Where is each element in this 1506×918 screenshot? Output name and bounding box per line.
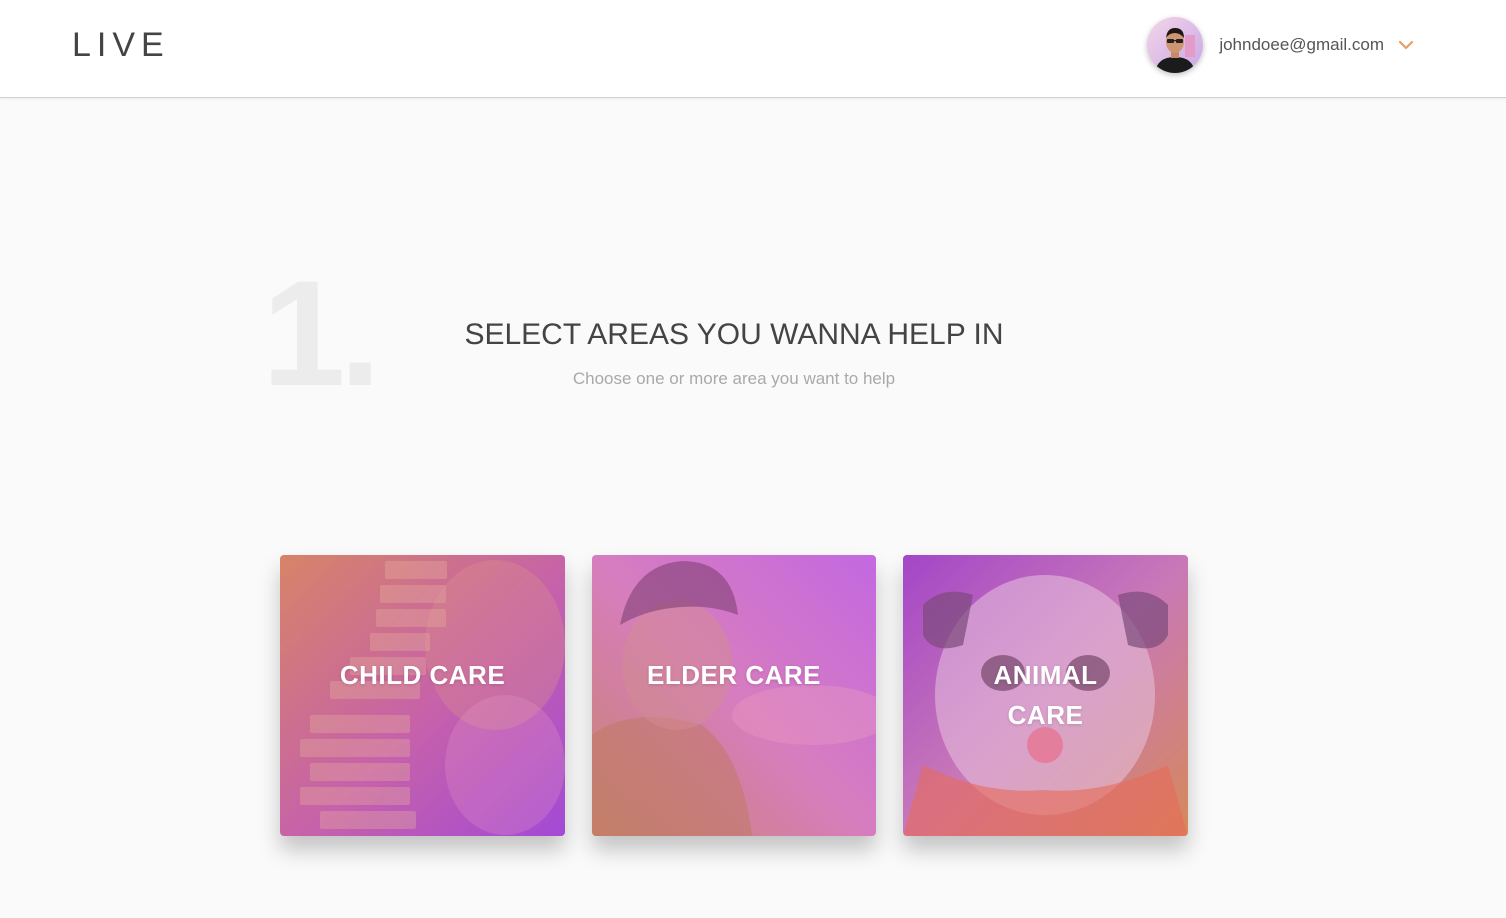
area-card-elder-care[interactable]: ELDER CARE [592,555,876,836]
page-subtitle: Choose one or more area you want to help [572,369,896,388]
child-care-image [280,555,565,836]
area-label-line1: ANIMAL [993,660,1098,690]
page-title: SELECT AREAS YOU WANNA HELP IN [464,318,1004,351]
top-header: LIVE johndoee@gmail.com [0,0,1506,98]
area-label: CHILD CARE [339,660,506,690]
elder-care-image [592,555,876,836]
chevron-down-icon[interactable] [1398,37,1414,53]
app-logo[interactable]: LIVE [72,26,170,65]
area-card-animal-care[interactable]: ANIMAL CARE [903,555,1188,836]
user-email: johndoee@gmail.com [1219,35,1384,54]
area-card-child-care[interactable]: CHILD CARE [280,555,565,836]
area-label-line2: CARE [1007,700,1084,730]
user-avatar[interactable] [1147,17,1204,73]
area-label: ELDER CARE [646,660,821,690]
user-menu[interactable]: johndoee@gmail.com [1147,16,1414,74]
